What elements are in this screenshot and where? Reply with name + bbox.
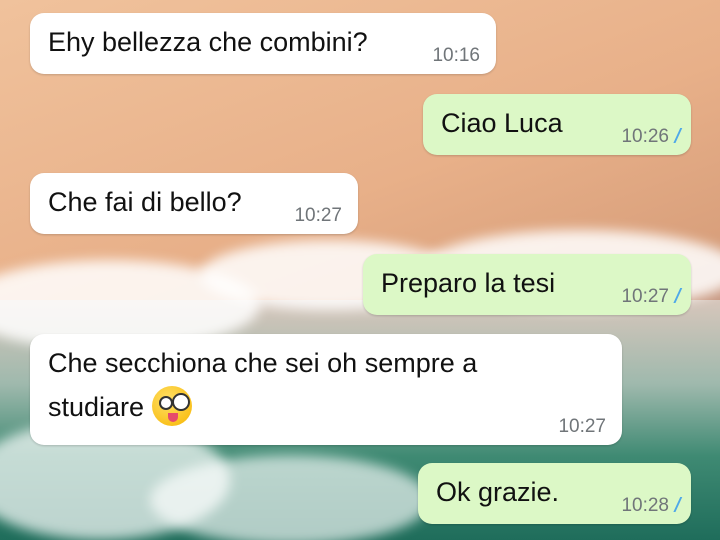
- message-meta: 10:27: [294, 206, 342, 226]
- wallpaper-foam: [150, 455, 430, 540]
- message-meta: 10:28 //: [621, 495, 681, 517]
- message-text: Ciao Luca: [441, 108, 563, 138]
- message-bubble-incoming[interactable]: Che fai di bello? 10:27: [30, 173, 358, 234]
- message-meta: 10:27 //: [621, 286, 681, 308]
- message-time: 10:27: [294, 205, 342, 226]
- message-time: 10:28: [621, 495, 669, 516]
- message-meta: 10:16: [432, 46, 480, 66]
- zany-face-icon: [152, 385, 193, 426]
- message-time: 10:27: [621, 286, 669, 307]
- message-meta: 10:27: [558, 417, 606, 437]
- message-text: Che fai di bello?: [48, 187, 242, 217]
- message-time: 10:26: [621, 126, 669, 147]
- message-bubble-outgoing[interactable]: Preparo la tesi 10:27 //: [363, 254, 691, 315]
- message-text: Ok grazie.: [436, 477, 560, 507]
- message-bubble-outgoing[interactable]: Ciao Luca 10:26 //: [423, 94, 691, 155]
- message-time: 10:16: [432, 45, 480, 66]
- message-text: Preparo la tesi: [381, 268, 556, 298]
- message-text-word: studiare: [48, 392, 145, 422]
- message-text-line: studiare: [48, 385, 477, 429]
- message-time: 10:27: [558, 416, 606, 437]
- message-text: Che secchiona che sei oh sempre a studia…: [48, 341, 477, 429]
- message-text-line: Che secchiona che sei oh sempre a: [48, 348, 478, 378]
- message-bubble-incoming[interactable]: Ehy bellezza che combini? 10:16: [30, 13, 496, 74]
- message-bubble-incoming[interactable]: Che secchiona che sei oh sempre a studia…: [30, 334, 622, 445]
- message-bubble-outgoing[interactable]: Ok grazie. 10:28 //: [418, 463, 691, 524]
- message-meta: 10:26 //: [621, 126, 681, 148]
- message-text: Ehy bellezza che combini?: [48, 27, 368, 57]
